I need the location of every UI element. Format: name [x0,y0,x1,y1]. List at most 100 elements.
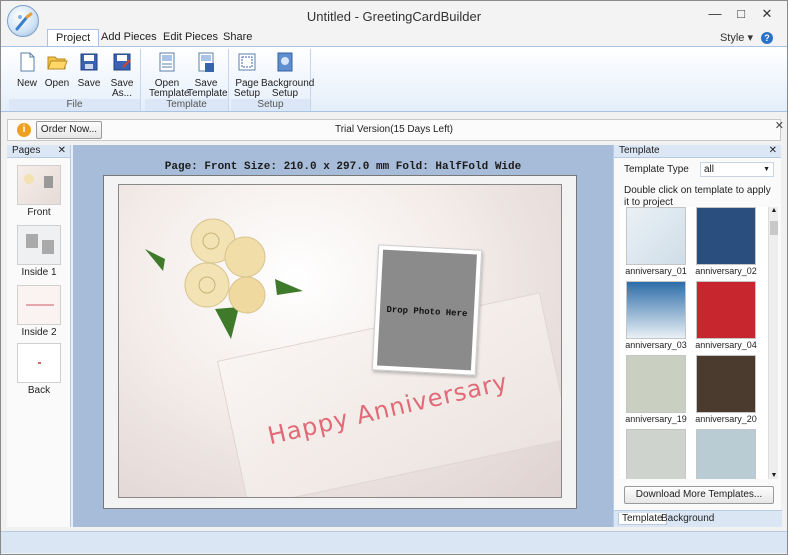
page-thumb-front[interactable] [17,165,61,205]
pages-panel-title: Pages [12,145,41,156]
thumb-photo-placeholder [26,234,38,248]
template-thumb [626,207,686,265]
help-icon[interactable]: ? [761,32,773,44]
template-thumb [626,429,686,479]
scroll-thumb[interactable] [770,221,778,235]
new-button-label: New [16,78,37,89]
save-disk-icon [80,53,98,71]
app-menu-button[interactable] [7,5,39,37]
save-as-button[interactable]: Save As... [107,51,137,99]
template-scrollbar[interactable]: ▲ ▼ [768,207,778,479]
open-template-label: Open Template [149,78,190,99]
open-button-label: Open [44,78,70,89]
page-label-front[interactable]: Front [7,207,71,218]
pages-panel-close-icon[interactable]: ✕ [58,145,66,157]
file-group: New Open Save Save As... File [9,49,141,111]
open-folder-icon [47,56,68,70]
info-bar-close-icon[interactable]: ✕ [775,119,784,132]
open-button[interactable]: Open [43,51,71,89]
template-item[interactable]: anniversary_20 [694,355,758,424]
save-as-disk-icon [113,53,131,71]
new-button[interactable]: New [13,51,41,89]
pages-panel-header: Pages ✕ [7,145,70,158]
background-setup-icon [277,52,293,72]
setup-group: Page Setup Background Setup Setup [231,49,315,111]
page-thumb-back[interactable] [17,343,61,383]
ribbon: New Open Save Save As... File Open Templ… [1,46,787,112]
page-setup-label: Page Setup [233,78,261,99]
open-template-icon [159,52,175,72]
pages-panel: Pages ✕ Front Inside 1 Inside 2 Back [7,145,71,527]
page-label-inside-1[interactable]: Inside 1 [7,267,71,278]
background-setup-label: Background Setup [261,78,315,99]
info-bar: i Order Now... Trial Version(15 Days Lef… [7,119,784,141]
save-as-button-label: Save As... [110,78,134,99]
design-canvas[interactable]: Page: Front Size: 210.0 x 297.0 mm Fold:… [73,145,613,527]
thumb-photo-placeholder [44,176,53,188]
download-more-templates-button[interactable]: Download More Templates... [624,486,774,504]
tab-add-pieces[interactable]: Add Pieces [93,29,165,47]
template-item[interactable]: anniversary_04 [694,281,758,350]
style-menu-label: Style [719,32,745,44]
setup-group-label: Setup [231,99,310,111]
thumb-text-line [26,304,54,306]
template-group: Open Template Save Template Template [145,49,229,111]
template-hint: Double click on template to apply it to … [624,185,771,208]
tab-background[interactable]: Background [658,513,717,524]
template-label: anniversary_19 [625,414,687,424]
page-thumb-inside-1[interactable] [17,225,61,265]
minimize-button[interactable]: — [703,5,727,23]
template-item[interactable] [624,429,688,479]
save-template-icon [198,52,214,72]
main-area: Pages ✕ Front Inside 1 Inside 2 Back Pag… [7,145,782,527]
card-front[interactable]: Drop Photo Here Happy Anniversary [118,184,562,498]
tab-project[interactable]: Project [47,29,100,47]
template-label: anniversary_02 [695,266,757,276]
drop-photo-text: Drop Photo Here [386,304,468,320]
template-item[interactable] [694,429,758,479]
template-item[interactable]: anniversary_02 [694,207,758,276]
maximize-button[interactable]: □ [729,5,753,23]
thumb-rose-decoration [24,174,34,184]
close-button[interactable]: ✕ [755,5,779,23]
photo-placeholder[interactable]: Drop Photo Here [377,249,477,371]
page-thumb-inside-2[interactable] [17,285,61,325]
app-window: Untitled - GreetingCardBuilder — □ ✕ Pro… [0,0,788,555]
template-label: anniversary_03 [625,340,687,350]
file-group-label: File [9,99,140,111]
template-type-value: all [704,164,715,175]
template-panel-title: Template [619,145,660,156]
trial-version-text: Trial Version(15 Days Left) [334,124,453,135]
rose-bouquet-image [145,218,303,339]
template-type-select[interactable]: all ▼ [700,162,774,177]
template-item[interactable]: anniversary_19 [624,355,688,424]
template-grid: anniversary_01 anniversary_02 anniversar… [620,207,768,479]
window-title: Untitled - GreetingCardBuilder [306,9,482,24]
template-thumb [696,207,756,265]
title-bar: Untitled - GreetingCardBuilder — □ ✕ [1,1,787,31]
template-label: anniversary_20 [695,414,757,424]
template-item[interactable]: anniversary_01 [624,207,688,276]
template-label: anniversary_04 [695,340,757,350]
save-template-label: Save Template [187,78,228,99]
template-panel-close-icon[interactable]: ✕ [769,145,777,157]
scroll-down-icon[interactable]: ▼ [769,472,779,479]
template-item[interactable]: anniversary_03 [624,281,688,350]
photo-drop-frame[interactable]: Drop Photo Here [371,244,483,376]
save-button[interactable]: Save [75,51,103,89]
background-setup-button[interactable]: Background Setup [261,51,315,99]
page-setup-button[interactable]: Page Setup [233,51,261,99]
style-menu[interactable]: Style ▾ [720,31,753,44]
save-template-button[interactable]: Save Template [187,51,228,99]
card-frame: Drop Photo Here Happy Anniversary [103,175,577,509]
status-bar [1,531,787,553]
page-label-inside-2[interactable]: Inside 2 [7,327,71,338]
tab-share[interactable]: Share [215,29,260,47]
page-info: Page: Front Size: 210.0 x 297.0 mm Fold:… [164,161,522,173]
template-panel-tabs: Template Background [614,510,782,527]
page-setup-icon [238,53,256,71]
open-template-button[interactable]: Open Template [149,51,190,99]
template-group-label: Template [145,99,228,111]
page-label-back[interactable]: Back [7,385,71,396]
scroll-up-icon[interactable]: ▲ [769,207,779,214]
